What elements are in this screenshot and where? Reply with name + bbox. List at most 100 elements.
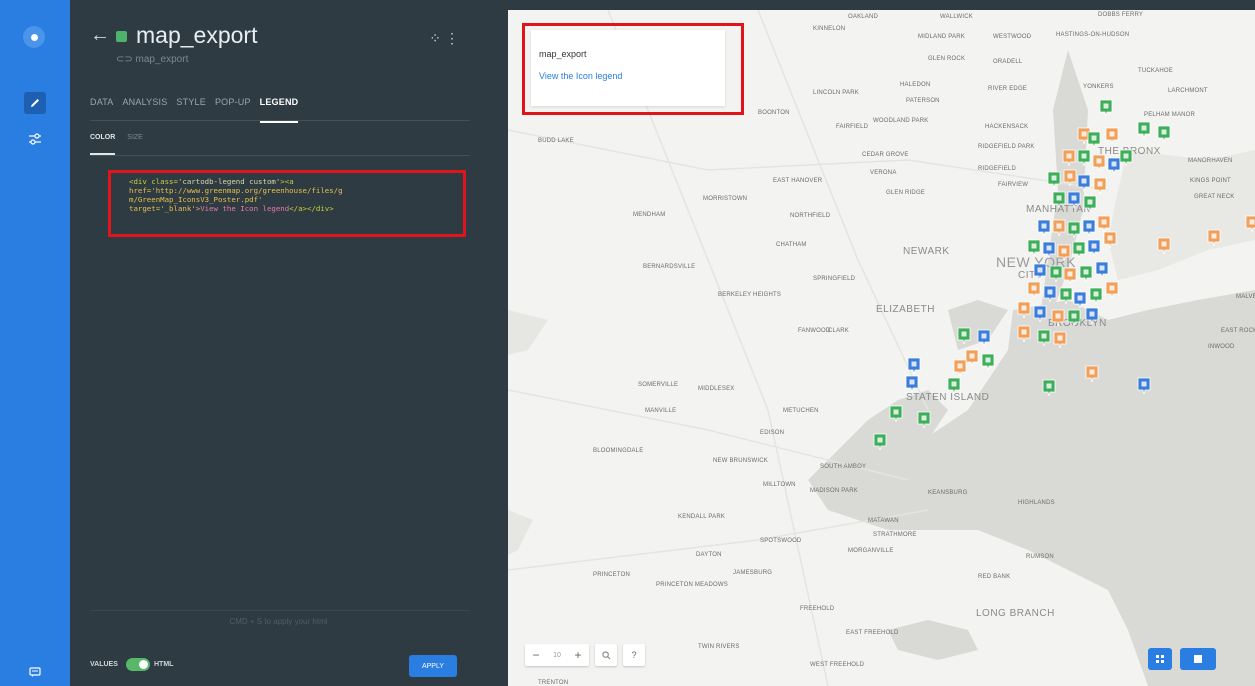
panel-header: ← map_export ⊂⊃ map_export ⁘⋮ (90, 22, 467, 65)
layer-source: ⊂⊃ map_export (116, 54, 189, 65)
map-marker-pin[interactable] (1079, 265, 1093, 283)
map-marker-pin[interactable] (1063, 267, 1077, 285)
map-marker-pin[interactable] (1085, 307, 1099, 325)
map-marker-pin[interactable] (1077, 149, 1091, 167)
map-marker-pin[interactable] (1033, 263, 1047, 281)
map-marker-pin[interactable] (1095, 261, 1109, 279)
map-marker-pin[interactable] (1105, 127, 1119, 145)
map-marker-pin[interactable] (1027, 239, 1041, 257)
map-marker-pin[interactable] (905, 375, 919, 393)
map-marker-pin[interactable] (1083, 195, 1097, 213)
map-marker-pin[interactable] (1089, 287, 1103, 305)
apply-button[interactable]: APPLY (409, 655, 457, 677)
map-marker-pin[interactable] (1097, 215, 1111, 233)
map-marker-pin[interactable] (1137, 377, 1151, 395)
map-marker-pin[interactable] (1067, 309, 1081, 327)
map-marker-pin[interactable] (1042, 241, 1056, 259)
map-marker-pin[interactable] (1059, 287, 1073, 305)
settings-sliders-icon[interactable] (24, 128, 46, 150)
map-marker-pin[interactable] (1087, 239, 1101, 257)
subtab-color[interactable]: COLOR (90, 134, 116, 155)
pencil-icon[interactable] (24, 92, 46, 114)
legend-link[interactable]: View the Icon legend (539, 71, 622, 81)
map-marker-pin[interactable] (1047, 171, 1061, 189)
map-marker-pin[interactable] (1103, 231, 1117, 249)
values-html-toggle[interactable] (126, 658, 150, 671)
map-marker-pin[interactable] (1105, 281, 1119, 299)
map-marker-pin[interactable] (1157, 125, 1171, 143)
map-marker-pin[interactable] (1073, 291, 1087, 309)
legend-highlight: map_export View the Icon legend (522, 23, 744, 115)
help-icon[interactable]: ? (623, 644, 645, 666)
map-marker-pin[interactable] (1067, 191, 1081, 209)
map-marker-pin[interactable] (1087, 131, 1101, 149)
map-canvas[interactable]: OAKLAND WALLWICK DOBBS FERRY KINNELON MIDLAN… (508, 10, 1255, 686)
carto-logo-icon[interactable] (23, 26, 45, 48)
html-code-editor[interactable]: <div class='cartodb-legend custom'><a hr… (108, 170, 466, 237)
map-marker-pin[interactable] (1051, 309, 1065, 327)
apply-hint: CMD + S to apply your html (229, 617, 328, 626)
map-marker-pin[interactable] (1245, 215, 1255, 233)
tabs-divider (90, 120, 470, 121)
map-marker-pin[interactable] (953, 359, 967, 377)
map-marker-pin[interactable] (1093, 177, 1107, 195)
map-marker-pin[interactable] (873, 433, 887, 451)
editor-panel: ← map_export ⊂⊃ map_export ⁘⋮ DATA ANALY… (70, 0, 487, 686)
map-marker-pin[interactable] (957, 327, 971, 345)
map-marker-pin[interactable] (977, 329, 991, 347)
map-marker-pin[interactable] (1063, 169, 1077, 187)
map-top-bar (487, 0, 1255, 10)
map-marker-pin[interactable] (917, 411, 931, 429)
map-marker-pin[interactable] (1119, 149, 1133, 167)
code-href-line2: m/GreenMap_IconsV3_Poster.pdf' (129, 195, 263, 204)
map-marker-pin[interactable] (1092, 154, 1106, 172)
layer-title[interactable]: map_export (136, 22, 257, 49)
map-marker-pin[interactable] (1057, 244, 1071, 262)
map-marker-pin[interactable] (1017, 325, 1031, 343)
map-marker-pin[interactable] (1099, 99, 1113, 117)
search-icon[interactable] (595, 644, 617, 666)
map-marker-pin[interactable] (1062, 149, 1076, 167)
map-marker-pin[interactable] (1052, 191, 1066, 209)
back-arrow-icon[interactable]: ← (90, 24, 110, 47)
map-marker-pin[interactable] (1033, 305, 1047, 323)
code-class-value: 'cartodb-legend custom' (177, 177, 281, 186)
html-label: HTML (154, 661, 174, 668)
map-marker-pin[interactable] (1072, 241, 1086, 259)
map-marker-pin[interactable] (1043, 285, 1057, 303)
map-marker-pin[interactable] (1037, 219, 1051, 237)
map-marker-pin[interactable] (965, 349, 979, 367)
subtab-size[interactable]: SIZE (127, 134, 143, 155)
layer-options-icon[interactable]: ⁘⋮ (429, 30, 463, 47)
map-marker-pin[interactable] (1207, 229, 1221, 247)
map-marker-pin[interactable] (1042, 379, 1056, 397)
zoom-out-button[interactable]: − (525, 644, 547, 666)
map-marker-pin[interactable] (981, 353, 995, 371)
map-marker-pin[interactable] (1157, 237, 1171, 255)
map-marker-pin[interactable] (1053, 331, 1067, 349)
map-layers-button[interactable] (1148, 648, 1172, 670)
map-marker-pin[interactable] (1049, 265, 1063, 283)
map-marker-pin[interactable] (1077, 174, 1091, 192)
map-marker-pin[interactable] (1037, 329, 1051, 347)
code-close: </a></div> (289, 204, 334, 213)
left-rail (0, 0, 70, 686)
chat-icon[interactable] (24, 661, 46, 683)
map-marker-pin[interactable] (1017, 301, 1031, 319)
map-view-button[interactable] (1180, 648, 1216, 670)
zoom-controls: − 10 + ? (525, 644, 645, 666)
map-marker-pin[interactable] (1107, 157, 1121, 175)
map-marker-pin[interactable] (907, 357, 921, 375)
zoom-in-button[interactable]: + (567, 644, 589, 666)
map-marker-pin[interactable] (1027, 281, 1041, 299)
zoom-level: 10 (553, 651, 561, 659)
map-marker-pin[interactable] (1082, 219, 1096, 237)
map-marker-pin[interactable] (1085, 365, 1099, 383)
map-marker-pin[interactable] (889, 405, 903, 423)
panel-footer: VALUES HTML APPLY (90, 655, 470, 677)
map-marker-pin[interactable] (1137, 121, 1151, 139)
code-target: target='_blank'> (129, 204, 201, 213)
map-marker-pin[interactable] (1067, 221, 1081, 239)
map-marker-pin[interactable] (947, 377, 961, 395)
map-marker-pin[interactable] (1052, 219, 1066, 237)
